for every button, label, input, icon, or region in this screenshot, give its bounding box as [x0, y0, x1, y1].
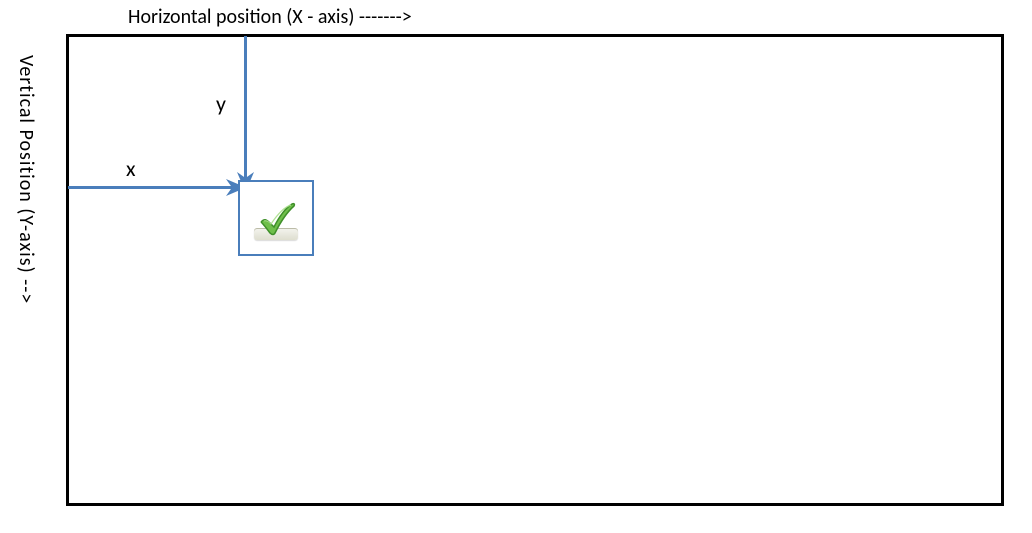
check-button[interactable]	[252, 194, 300, 242]
x-axis-title: Horizontal position (X - axis) ------->	[128, 5, 412, 29]
checkmark-icon	[256, 199, 296, 237]
y-arrow-line	[244, 36, 247, 180]
positioned-element-box	[238, 180, 314, 256]
container-box	[66, 34, 1004, 506]
y-coord-label: y	[216, 90, 226, 117]
x-arrow-line	[68, 186, 233, 189]
y-axis-title: Vertical Position (Y-axis) -->	[14, 55, 38, 304]
x-coord-label: x	[126, 155, 136, 182]
